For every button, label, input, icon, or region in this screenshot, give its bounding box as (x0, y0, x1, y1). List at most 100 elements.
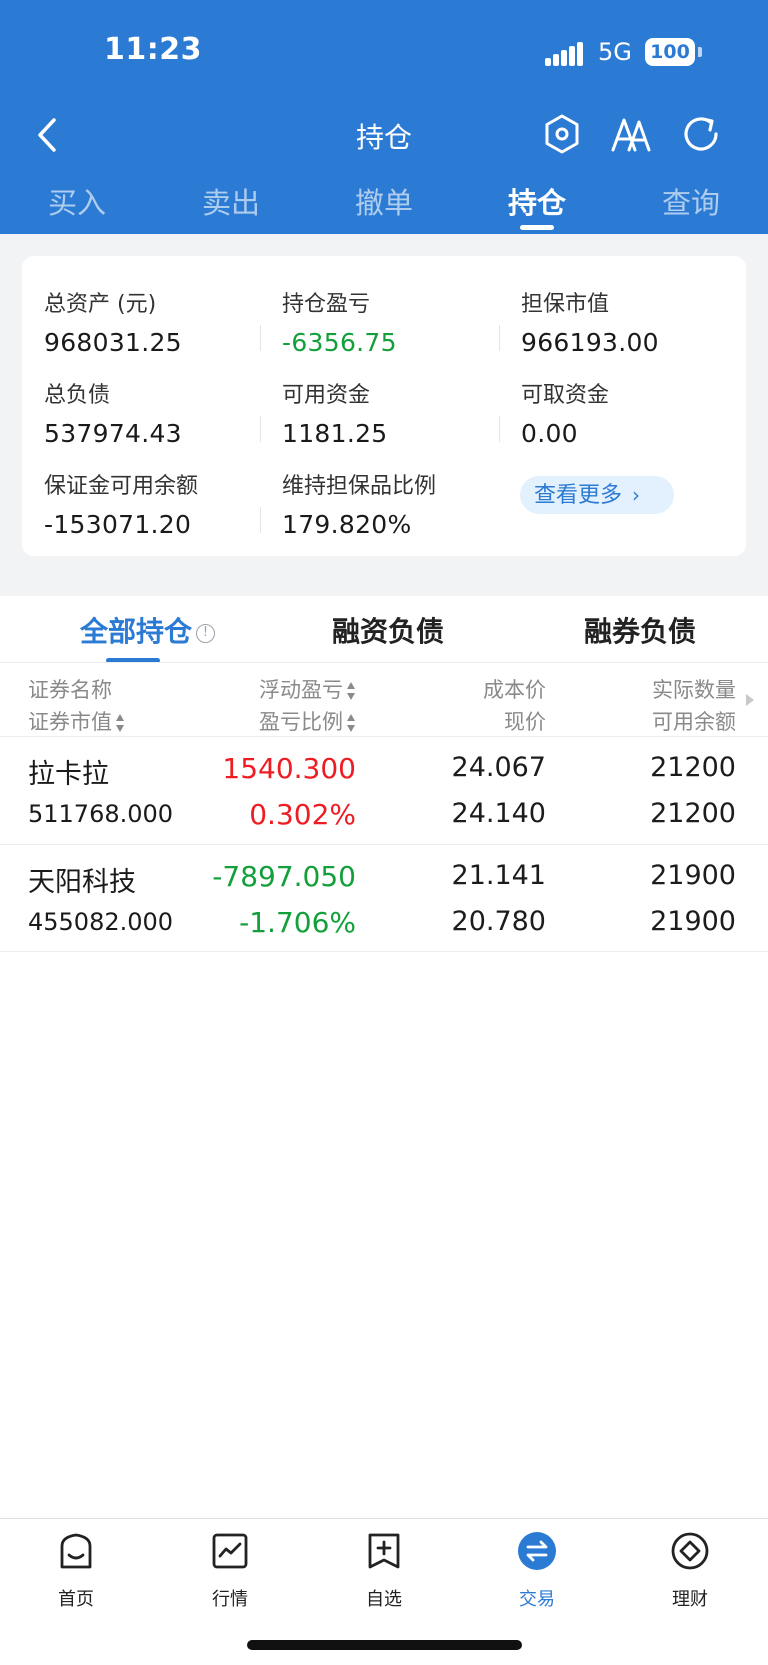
divider (0, 662, 768, 663)
nav-watchlist-label: 自选 (366, 1589, 402, 1610)
divider (499, 325, 500, 351)
nav-trade-label: 交易 (519, 1589, 555, 1610)
divider (499, 416, 500, 442)
cost-price: 24.067 (451, 752, 546, 783)
tab-sell[interactable]: 卖出 (176, 180, 286, 222)
col-pl-ratio-label: 盈亏比例 (259, 710, 343, 734)
positions-panel: 全部持仓! 融资负债 融券负债 证券名称 证券市值 浮动盈亏 盈亏比例 成本价 … (0, 596, 768, 1518)
tab-all-positions[interactable]: 全部持仓! (80, 610, 216, 650)
battery-tip (698, 47, 702, 57)
battery-icon: 100 (645, 38, 695, 66)
tab-financing-liabilities[interactable]: 融资负债 (332, 610, 444, 650)
app-header: 11:23 5G 100 持仓 买入 卖出 撤单 持仓 查询 (0, 0, 768, 234)
nav-home-label: 首页 (58, 1589, 94, 1610)
back-icon (38, 118, 56, 152)
position-pl-value: -6356.75 (282, 328, 397, 357)
table-row[interactable]: 天阳科技 455082.000 -7897.050 -1.706% 21.141… (0, 846, 768, 952)
account-summary-section: 总资产 (元) 968031.25 持仓盈亏 -6356.75 担保市值 966… (0, 236, 768, 580)
divider (260, 416, 261, 442)
col-security-name: 证券名称 (28, 678, 112, 702)
security-name: 拉卡拉 (28, 759, 109, 790)
tab-buy[interactable]: 买入 (22, 180, 132, 222)
col-current-price: 现价 (504, 710, 546, 734)
status-time: 11:23 (104, 32, 202, 67)
security-market-value: 455082.000 (28, 908, 174, 936)
tab-securities-lending-liabilities[interactable]: 融券负债 (584, 610, 696, 650)
withdrawable-funds-label: 可取资金 (521, 383, 610, 408)
nav-wealth[interactable]: 理财 (645, 1531, 735, 1611)
col-actual-qty: 实际数量 (652, 678, 736, 702)
cost-price: 21.141 (451, 860, 546, 891)
pl-ratio: 0.302% (249, 798, 356, 831)
total-liabilities-label: 总负债 (44, 383, 111, 408)
network-type: 5G (598, 38, 632, 66)
float-pl: -7897.050 (212, 860, 356, 893)
margin-available: 保证金可用余额 -153071.20 (44, 468, 264, 539)
pl-ratio: -1.706% (239, 906, 356, 939)
withdrawable-funds-value: 0.00 (521, 419, 578, 448)
total-assets-label: 总资产 (元) (44, 292, 157, 317)
nav-market-label: 行情 (212, 1589, 248, 1610)
back-button[interactable] (30, 112, 66, 158)
divider (260, 325, 261, 351)
refresh-button[interactable] (679, 112, 723, 156)
margin-available-value: -153071.20 (44, 510, 192, 539)
maintenance-ratio-value: 179.820% (282, 510, 412, 539)
trade-exchange-icon (518, 1532, 556, 1570)
sort-icon (346, 714, 356, 732)
tab-query[interactable]: 查询 (636, 180, 746, 222)
nav-home[interactable]: 首页 (31, 1531, 121, 1611)
market-chart-icon (212, 1533, 248, 1569)
view-more-label: 查看更多 (534, 483, 623, 508)
col-float-pl-label: 浮动盈亏 (259, 678, 343, 702)
trade-tabs: 买入 卖出 撤单 持仓 查询 (0, 180, 768, 234)
settings-button[interactable] (540, 112, 584, 156)
collateral-value: 担保市值 966193.00 (521, 286, 741, 357)
table-row[interactable]: 拉卡拉 511768.000 1540.300 0.302% 24.067 24… (0, 738, 768, 844)
available-qty: 21200 (650, 798, 736, 829)
collateral-value-label: 担保市值 (521, 292, 610, 317)
col-market-value[interactable]: 证券市值 (28, 706, 125, 736)
collateral-value-value: 966193.00 (521, 328, 659, 357)
col-available-qty: 可用余额 (652, 710, 736, 734)
refresh-icon (684, 117, 718, 151)
total-liabilities-value: 537974.43 (44, 419, 182, 448)
current-price: 20.780 (451, 906, 546, 937)
divider (0, 844, 768, 845)
available-qty: 21900 (650, 906, 736, 937)
active-tab-indicator (520, 225, 554, 230)
col-pl-ratio[interactable]: 盈亏比例 (259, 706, 356, 736)
divider (0, 951, 768, 952)
position-pl-label: 持仓盈亏 (282, 292, 371, 317)
home-icon (60, 1533, 92, 1569)
nav-wealth-label: 理财 (672, 1589, 708, 1610)
home-indicator[interactable] (247, 1640, 522, 1650)
available-funds-value: 1181.25 (282, 419, 388, 448)
current-price: 24.140 (451, 798, 546, 829)
total-assets-value: 968031.25 (44, 328, 182, 357)
tab-cancel-order[interactable]: 撤单 (329, 180, 439, 222)
view-more-button[interactable]: 查看更多 › (520, 476, 674, 514)
float-pl: 1540.300 (222, 752, 356, 785)
security-name: 天阳科技 (28, 867, 136, 898)
tab-positions[interactable]: 持仓 (482, 180, 592, 222)
tab-all-positions-label: 全部持仓 (80, 615, 193, 648)
available-funds: 可用资金 1181.25 (282, 377, 502, 448)
divider (260, 507, 261, 533)
withdrawable-funds: 可取资金 0.00 (521, 377, 741, 448)
nav-trade[interactable]: 交易 (492, 1531, 582, 1611)
nav-market[interactable]: 行情 (185, 1531, 275, 1611)
col-float-pl[interactable]: 浮动盈亏 (259, 674, 356, 704)
info-icon[interactable]: ! (196, 623, 216, 643)
font-size-button[interactable] (609, 112, 653, 156)
col-cost-price: 成本价 (483, 678, 546, 702)
wealth-icon (671, 1532, 709, 1570)
sort-icon (115, 714, 125, 732)
page-title: 持仓 (355, 121, 412, 154)
margin-available-label: 保证金可用余额 (44, 474, 199, 499)
scroll-right-icon[interactable] (746, 694, 754, 706)
available-funds-label: 可用资金 (282, 383, 371, 408)
divider (0, 736, 768, 737)
total-liabilities: 总负债 537974.43 (44, 377, 264, 448)
nav-watchlist[interactable]: 自选 (339, 1531, 429, 1611)
